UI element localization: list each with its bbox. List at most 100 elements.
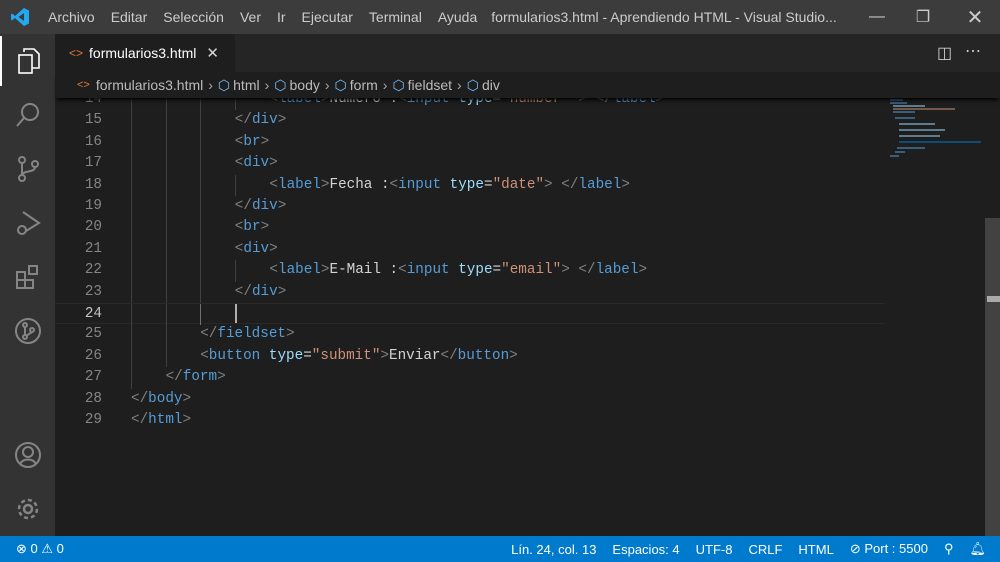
code-editor[interactable]: 14 <label>Numero :<input type="number" > … [55, 98, 985, 536]
code-line[interactable]: 22 <label>E-Mail :<input type="email"> </… [55, 260, 885, 282]
menu-terminal[interactable]: Terminal [361, 9, 430, 25]
indent-guide [131, 324, 132, 346]
tab-formularios3[interactable]: <> formularios3.html ✕ [55, 34, 235, 72]
error-icon: ⊗ [16, 541, 27, 556]
code-line[interactable]: 28 </body> [55, 389, 885, 410]
close-window-button[interactable]: ✕ [952, 0, 998, 34]
code-token: E-Mail : [329, 262, 399, 279]
code-token: = [483, 176, 493, 193]
breadcrumb-div[interactable]: div [482, 77, 500, 93]
indent-guide [200, 196, 202, 218]
settings-button[interactable] [0, 484, 55, 534]
accounts-button[interactable] [0, 430, 55, 480]
breadcrumb-body[interactable]: body [290, 77, 320, 93]
menu-ir[interactable]: Ir [269, 9, 294, 25]
no-entry-icon: ⊘ [849, 541, 861, 556]
code-token: label [595, 262, 639, 279]
line-number: 20 [84, 219, 102, 236]
explorer-button[interactable] [0, 36, 55, 86]
menu-editar[interactable]: Editar [103, 9, 156, 25]
restore-button[interactable]: ❐ [900, 0, 946, 34]
code-content: </div> [235, 282, 287, 303]
indent-guide [165, 131, 167, 154]
live-server-port[interactable]: ⊘ Port : 5500 [842, 541, 936, 557]
search-icon [15, 103, 39, 127]
indent-guide [131, 304, 132, 326]
line-number: 19 [84, 198, 102, 214]
menu-seleccion[interactable]: Selección [155, 9, 232, 25]
error-count: 0 [30, 541, 38, 556]
code-line[interactable]: 15 </div> [55, 110, 885, 132]
code-line[interactable]: 14 <label>Numero :<input type="number" > … [55, 98, 885, 111]
code-line[interactable]: 19 </div> [55, 196, 885, 218]
code-line[interactable]: 21 <div> [55, 238, 885, 261]
cursor-position[interactable]: Lín. 24, col. 13 [503, 542, 604, 557]
symbol-element-icon: ⬡ [274, 76, 287, 93]
code-content: <div> [235, 153, 278, 174]
language-mode[interactable]: HTML [790, 542, 841, 557]
vertical-scrollbar[interactable] [985, 98, 1000, 536]
code-line[interactable]: 27 </form> [55, 367, 885, 389]
code-line[interactable]: 18 <label>Fecha :<input type="date"> </la… [55, 174, 885, 196]
code-line[interactable]: 16 <br> [55, 131, 885, 154]
search-button[interactable] [0, 90, 55, 140]
code-token: > [269, 240, 278, 257]
breadcrumb-fieldset[interactable]: fieldset [408, 77, 452, 93]
indentation[interactable]: Espacios: 4 [604, 542, 687, 557]
menu-archivo[interactable]: Archivo [40, 9, 103, 25]
remote-button[interactable] [0, 306, 55, 356]
scrollbar-thumb[interactable] [985, 218, 1000, 536]
breadcrumb-html[interactable]: html [233, 77, 259, 93]
indent-guide [131, 367, 132, 389]
minimap[interactable] [885, 98, 985, 168]
code-line[interactable]: 29 </html> [55, 410, 885, 431]
code-line[interactable]: 26 <button type="submit">Enviar</button> [55, 345, 885, 368]
code-line[interactable]: 25 </fieldset> [55, 324, 885, 346]
code-line[interactable]: 24 [55, 303, 885, 326]
files-icon [17, 48, 40, 74]
code-token: button [208, 347, 261, 364]
cursor-position-marker [987, 296, 1000, 302]
source-control-button[interactable] [0, 144, 55, 194]
code-token: </ [131, 412, 149, 428]
menu-ejecutar[interactable]: Ejecutar [294, 9, 361, 25]
code-token: < [200, 347, 209, 364]
encoding[interactable]: UTF-8 [688, 542, 741, 557]
indent-guide [131, 98, 132, 111]
feedback-icon[interactable]: ⚲ [936, 541, 962, 557]
line-number: 21 [84, 240, 102, 257]
run-debug-button[interactable] [0, 198, 55, 248]
indent-guide [131, 174, 132, 196]
code-line[interactable]: 20 <br> [55, 217, 885, 239]
menu-ayuda[interactable]: Ayuda [430, 9, 485, 25]
tab-label: formularios3.html [89, 45, 197, 61]
gear-icon [17, 498, 38, 520]
breadcrumb-form[interactable]: form [350, 77, 378, 93]
indent-guide [165, 98, 167, 111]
problems-indicator[interactable]: ⊗ 0 ⚠ 0 [0, 541, 72, 557]
code-token: > [544, 176, 553, 193]
code-token: > [380, 347, 390, 364]
code-line[interactable]: 23 </div> [55, 281, 885, 303]
close-tab-icon[interactable]: ✕ [206, 44, 219, 62]
line-number: 24 [84, 306, 102, 322]
code-token: = [492, 98, 502, 107]
indent-guide [165, 196, 167, 218]
split-editor-icon[interactable]: ◫ [937, 43, 952, 63]
more-actions-icon[interactable]: ⋯ [965, 41, 981, 61]
code-line[interactable]: 17 <div> [55, 153, 885, 175]
breadcrumb-file[interactable]: formularios3.html [96, 77, 203, 93]
bell-icon[interactable]: 🔔︎ [961, 541, 1000, 557]
indent-guide [131, 217, 132, 239]
extensions-button[interactable] [0, 252, 55, 302]
line-ending[interactable]: CRLF [740, 542, 790, 557]
code-content: <br> [235, 132, 269, 153]
menu-ver[interactable]: Ver [232, 9, 269, 25]
code-token: label [277, 262, 321, 279]
indent-guide [200, 110, 202, 132]
text-cursor [234, 304, 237, 323]
code-token: type [458, 262, 493, 279]
code-content: <label>Fecha :<input type="date"> </labe… [269, 175, 630, 196]
minimize-button[interactable]: — [854, 0, 900, 34]
